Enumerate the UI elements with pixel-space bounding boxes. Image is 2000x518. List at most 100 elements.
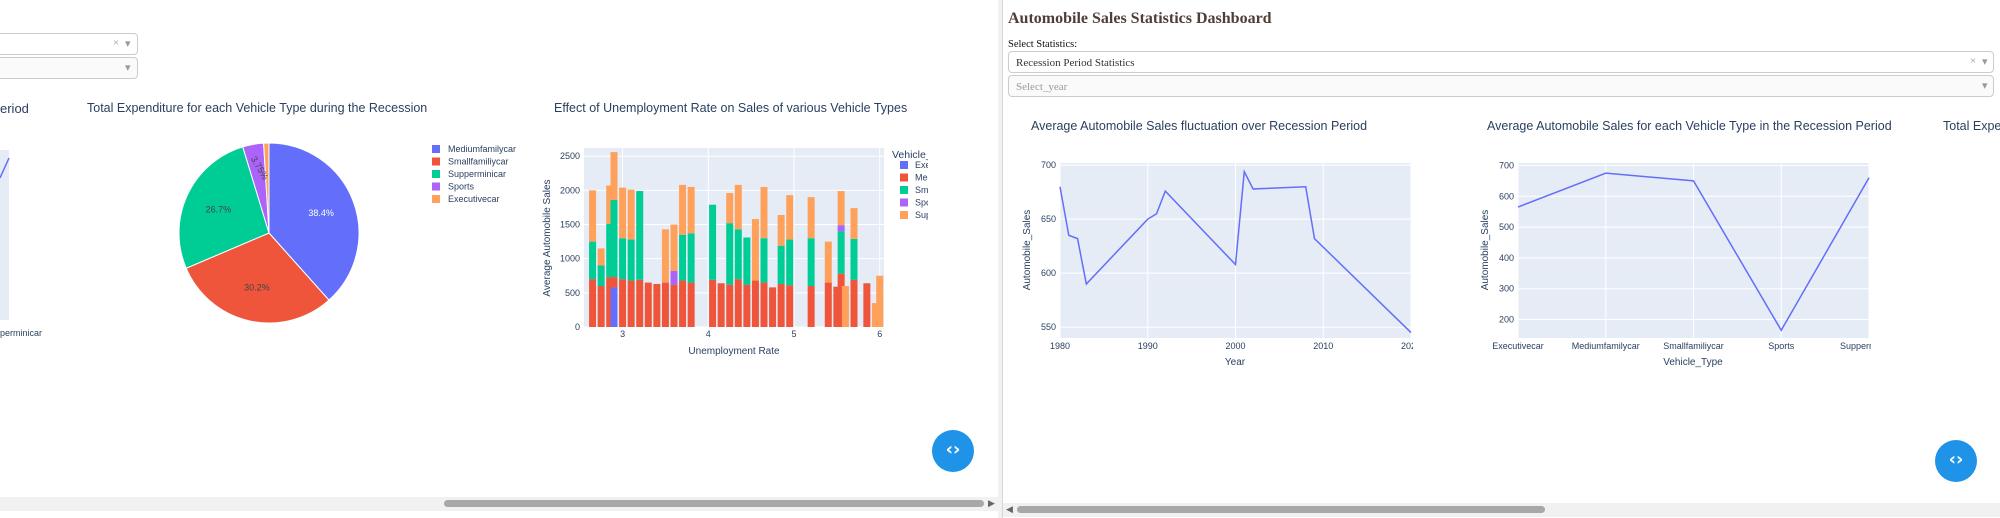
x-tick-label: 2000 [1225, 341, 1245, 351]
legend-item[interactable]: Sports [448, 182, 475, 192]
legend-swatch [432, 157, 440, 166]
bar-segment-mediumfamilycar [760, 282, 768, 327]
legend-item[interactable]: Executivecar [448, 194, 500, 204]
bar-segment-mediumfamilycar [824, 282, 832, 327]
bar-segment-supperminicar [734, 184, 742, 230]
legend-swatch [900, 211, 908, 219]
bar-segment-mediumfamilycar [734, 279, 742, 327]
scroll-left-icon[interactable]: ◀ [1006, 503, 1013, 517]
horizontal-scrollbar[interactable]: ▶ [0, 497, 998, 511]
scrollbar-thumb[interactable] [444, 500, 984, 507]
sales-over-time-line-chart: 550 600 650 700 1980 1990 2000 2010 2020 Year Au… [1022, 160, 1413, 368]
clear-icon[interactable]: × [113, 37, 119, 49]
bar-segment-smallfamiliycar [589, 241, 597, 280]
bar-segment-mediumfamilycar [769, 287, 777, 327]
legend-item[interactable]: Executivecar [915, 160, 928, 170]
legend-item[interactable]: Smallfamiliycar [915, 185, 928, 195]
left-browser-pane: × ▾ ▾ eriod perminicar Total Expenditure… [0, 0, 998, 518]
bar-segment-supperminicar [824, 241, 832, 283]
bar-segment-supperminicar [687, 186, 695, 234]
y-tick-label: 400 [1499, 253, 1514, 263]
bar-segment-mediumfamilycar [863, 283, 871, 327]
bar-segment-mediumfamilycar [743, 284, 751, 327]
legend-swatch [432, 145, 440, 153]
bar-segment-mediumfamilycar [807, 286, 815, 327]
bar-segment-smallfamiliycar [760, 238, 768, 283]
chevron-down-icon[interactable]: ▾ [1982, 79, 1988, 92]
legend-item[interactable]: Sports [915, 198, 928, 208]
pie-slice-label: 30.2% [244, 282, 270, 292]
legend-item[interactable]: Supperminicar [448, 169, 506, 179]
x-tick-label: 1990 [1138, 341, 1158, 351]
chevron-down-icon[interactable]: ▾ [1982, 55, 1988, 68]
y-axis-label: Automobile_Sales [1480, 210, 1491, 291]
legend-item[interactable]: Mediumfamilycar [915, 173, 928, 183]
x-tick-label: 2020 [1401, 341, 1413, 351]
legend-swatch [432, 182, 440, 191]
y-tick-label: 700 [1041, 160, 1056, 170]
statistics-dropdown-partial[interactable]: × ▾ [0, 33, 138, 55]
legend-swatch [900, 198, 908, 207]
chevron-down-icon[interactable]: ▾ [125, 37, 131, 50]
legend-swatch [432, 170, 440, 178]
bar-segment-mediumfamilycar [653, 283, 661, 327]
bar-segment-supperminicar [589, 190, 597, 242]
y-tick-label: 700 [1499, 160, 1514, 170]
bar-segment-smallfamiliycar [679, 234, 687, 281]
clear-icon[interactable]: × [1970, 55, 1976, 67]
bar-segment-supperminicar [850, 208, 858, 239]
y-tick-label: 550 [1041, 322, 1056, 332]
chevron-down-icon[interactable]: ▾ [125, 61, 131, 74]
selected-statistic: Recession Period Statistics [1016, 57, 1135, 69]
y-axis-label: Average Automobile Sales [542, 179, 553, 296]
legend-item[interactable]: Mediumfamilycar [448, 144, 516, 154]
bar-segment-executivecar [610, 287, 618, 327]
scroll-right-icon[interactable]: ▶ [988, 497, 995, 511]
pie-slice-label: 26.7% [206, 204, 232, 214]
x-tick-label: Sports [1768, 341, 1795, 351]
legend-swatch [432, 195, 440, 203]
bar-segment-mediumfamilycar [619, 279, 627, 327]
bar-segment-mediumfamilycar [726, 284, 734, 327]
x-tick-label: Mediumfamilycar [1572, 341, 1640, 351]
bar-segment-supperminicar [837, 191, 845, 226]
stacked-bar-chart: 0 500 1000 1500 2000 2500 3 4 5 6 Unemployment Ra… [542, 148, 928, 357]
bar-segment-supperminicar [597, 248, 605, 266]
bar-chart-title: Effect of Unemployment Rate on Sales of … [554, 101, 908, 115]
bar-segment-supperminicar [619, 187, 627, 239]
bar-segment-mediumfamilycar [687, 282, 695, 327]
x-tick-label: Executivecar [1492, 341, 1544, 351]
code-toggle-button[interactable]: ‹› [932, 430, 974, 472]
bar-segment-smallfamiliycar [610, 199, 618, 278]
bar-segment-sports [670, 270, 678, 285]
legend-swatch [900, 186, 908, 194]
y-tick-label: 2000 [560, 185, 580, 195]
year-dropdown-partial[interactable]: ▾ [0, 57, 138, 79]
legend-item[interactable]: Supperminicar [915, 210, 928, 220]
bar-segment-supperminicar [610, 152, 618, 200]
year-placeholder: Select_year [1016, 81, 1068, 93]
y-tick-label: 650 [1041, 214, 1056, 224]
legend-item[interactable]: Smallfamiliycar [448, 157, 509, 167]
y-tick-label: 500 [565, 288, 580, 298]
bar-segment-mediumfamilycar [627, 280, 635, 327]
vehicle-type-line-chart: 200 300 400 500 600 700 Executivecar Mediumfami… [1480, 160, 1871, 368]
bar-segment-smallfamiliycar [734, 229, 742, 280]
y-tick-label: 500 [1499, 222, 1514, 232]
code-toggle-button[interactable]: ‹› [1935, 440, 1977, 482]
x-tick-label: 6 [877, 329, 882, 339]
line-chart-title-partial: eriod [0, 101, 29, 116]
bar-segment-supperminicar [661, 229, 669, 283]
horizontal-scrollbar[interactable]: ◀ [1003, 503, 2000, 517]
bar-segment-smallfamiliycar [636, 191, 644, 280]
x-tick-label: 4 [706, 329, 711, 339]
third-chart-title-partial: Total Expe [1943, 119, 2000, 133]
year-dropdown[interactable]: Select_year ▾ [1008, 75, 1994, 97]
scrollbar-thumb[interactable] [1017, 506, 1545, 513]
y-tick-label: 300 [1499, 284, 1514, 294]
pie-slice-label: 38.4% [308, 208, 334, 218]
statistics-dropdown[interactable]: Recession Period Statistics × ▾ [1008, 51, 1994, 73]
y-tick-label: 200 [1499, 315, 1514, 325]
y-axis-label: Automobile_Sales [1022, 210, 1033, 291]
bar-segment-smallfamiliycar [837, 231, 845, 274]
